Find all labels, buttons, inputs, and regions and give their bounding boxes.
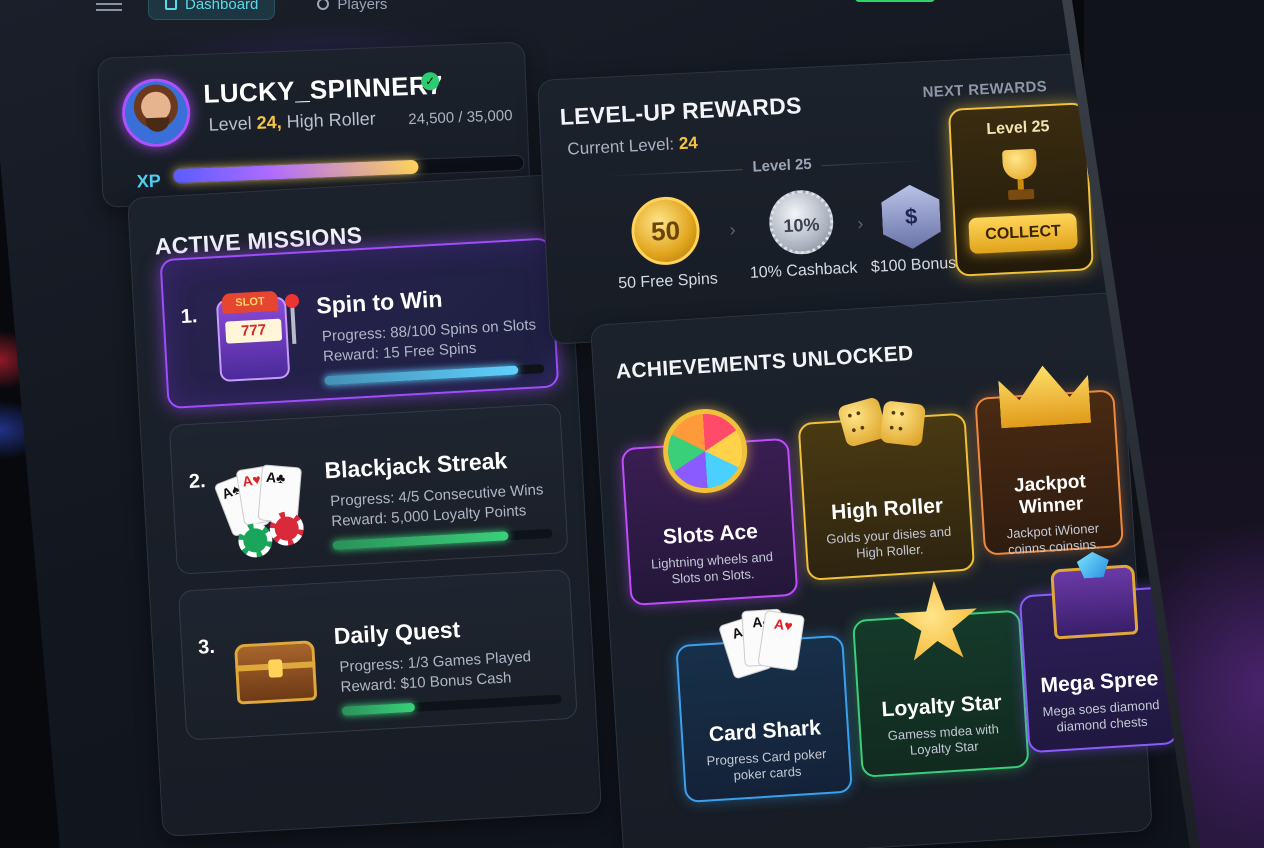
achievements-panel: ACHIEVEMENTS UNLOCKED Slots Ace Lightnin… (590, 291, 1179, 848)
next-reward-level: Level 25 (985, 118, 1050, 139)
mission-progress-fill (324, 365, 519, 386)
current-level-prefix: Current Level: (566, 134, 675, 159)
achievement-desc: Mega soes diamond diamond chests (1042, 697, 1160, 735)
xp-count: 24,500 / 35,000 (408, 107, 513, 129)
star-icon (888, 574, 986, 672)
reward-label: 10% Cashback (749, 259, 858, 282)
grid-icon (165, 0, 177, 10)
lightning-wheel-icon (656, 402, 754, 500)
level-value: 24, (256, 111, 283, 133)
achievement-card[interactable]: High Roller Golds your disies and High R… (797, 396, 976, 581)
tab-label: Dashboard (185, 0, 259, 13)
status-indicator (855, 0, 935, 2)
username: LUCKY_SPINNER7 (202, 69, 444, 109)
achievement-name: Slots Ace (662, 519, 759, 549)
section-title: LEVEL-UP REWARDS (559, 92, 803, 130)
level-divider-label: Level 25 (742, 155, 823, 177)
achievement-desc: Lightning wheels and Slots on Slots. (650, 548, 774, 587)
reward-item: $ $100 Bonus (860, 182, 964, 277)
slot-machine-icon: SLOT 777 (208, 290, 305, 387)
achievement-card[interactable]: Jackpot Winner Jackpot iWioner coinns co… (974, 389, 1124, 557)
tab-label: Players (337, 0, 388, 13)
xp-label: XP (136, 170, 162, 192)
reward-item: 10% 10% Cashback (740, 187, 864, 283)
mission-name: Blackjack Streak (323, 447, 508, 484)
mission-progress-fill (332, 531, 509, 551)
mission-progress-bar (324, 363, 545, 386)
achievement-name: High Roller (830, 494, 944, 525)
dice-icon (833, 377, 931, 475)
achievement-name: Mega Spree (1039, 667, 1159, 698)
mission-card[interactable]: 3. Daily Quest Progress: 1/3 Games Playe… (178, 568, 578, 741)
xp-progress-fill (173, 159, 419, 184)
dollar-badge-icon: $ (881, 184, 942, 251)
achievement-card[interactable]: Slots Ace Lightning wheels and Slots on … (620, 406, 799, 606)
achievement-desc: Progress Card poker poker cards (706, 746, 827, 783)
rank-label: High Roller (286, 108, 377, 132)
current-level: Current Level: 24 (567, 133, 698, 159)
section-title: ACHIEVEMENTS UNLOCKED (615, 341, 915, 384)
tab-players[interactable]: Players (301, 0, 403, 19)
achievement-name: Loyalty Star (880, 690, 1003, 722)
avatar[interactable] (120, 77, 192, 149)
mission-card[interactable]: 1. SLOT 777 Spin to Win Progress: 88/100… (159, 237, 560, 410)
mission-progress-bar (341, 694, 562, 716)
tab-dashboard[interactable]: Dashboard (148, 0, 276, 20)
mission-name: Daily Quest (333, 616, 461, 650)
silver-seal-icon: 10% (767, 188, 835, 256)
mission-card[interactable]: 2. A♠ A♥ A♣ Blackjack Streak Progress: 4… (168, 403, 569, 575)
gold-coin-icon: 50 (629, 195, 702, 267)
next-reward-card: Level 25 COLLECT (947, 102, 1094, 277)
avatar-beard (145, 117, 170, 133)
crown-icon (996, 353, 1094, 451)
active-missions-panel: ACTIVE MISSIONS 1. SLOT 777 Spin to Win … (127, 173, 603, 838)
collect-button[interactable]: COLLECT (968, 212, 1078, 255)
achievement-name: Jackpot Winner (1013, 471, 1087, 519)
achievement-desc: Golds your disies and High Roller. (825, 523, 952, 561)
user-icon (317, 0, 330, 10)
playing-cards-icon: A♠ A♣ A♥ (711, 599, 809, 697)
reward-label: $100 Bonus (870, 254, 957, 276)
mission-number: 2. (188, 470, 207, 493)
achievement-name: Card Shark (708, 716, 822, 747)
level-prefix: Level (208, 113, 253, 135)
achievement-desc: Gamess mdea with Loyalty Star (887, 721, 1000, 758)
reward-label: 50 Free Spins (617, 270, 719, 293)
level-line: Level 24, High Roller (208, 108, 376, 135)
chevron-right-icon: › (729, 219, 737, 240)
mission-progress-fill (341, 702, 415, 716)
tablet-screen: Dashboard Players LUCKY_SPINNER7 ✓ Level… (0, 0, 1190, 848)
mission-number: 3. (197, 635, 216, 659)
achievement-card[interactable]: Loyalty Star Gamess mdea with Loyalty St… (852, 610, 1030, 778)
current-level-value: 24 (678, 133, 699, 154)
gem-chest-icon (1045, 550, 1143, 648)
treasure-chest-icon (225, 620, 322, 717)
mission-progress-bar (332, 528, 553, 551)
mission-number: 1. (180, 305, 199, 329)
hamburger-menu-icon[interactable] (96, 0, 122, 11)
mission-progress: Progress: 88/100 Spins on Slots (321, 316, 537, 346)
playing-cards-icon: A♠ A♥ A♣ (213, 454, 313, 559)
trophy-icon (996, 148, 1044, 201)
mission-name: Spin to Win (315, 285, 444, 319)
achievement-card[interactable]: A♠ A♣ A♥ Card Shark Progress Card poker … (675, 608, 853, 803)
reward-item: 50 50 Free Spins (604, 194, 728, 294)
top-nav: Dashboard Players (96, 0, 403, 22)
next-rewards-label: NEXT REWARDS (922, 78, 1048, 102)
